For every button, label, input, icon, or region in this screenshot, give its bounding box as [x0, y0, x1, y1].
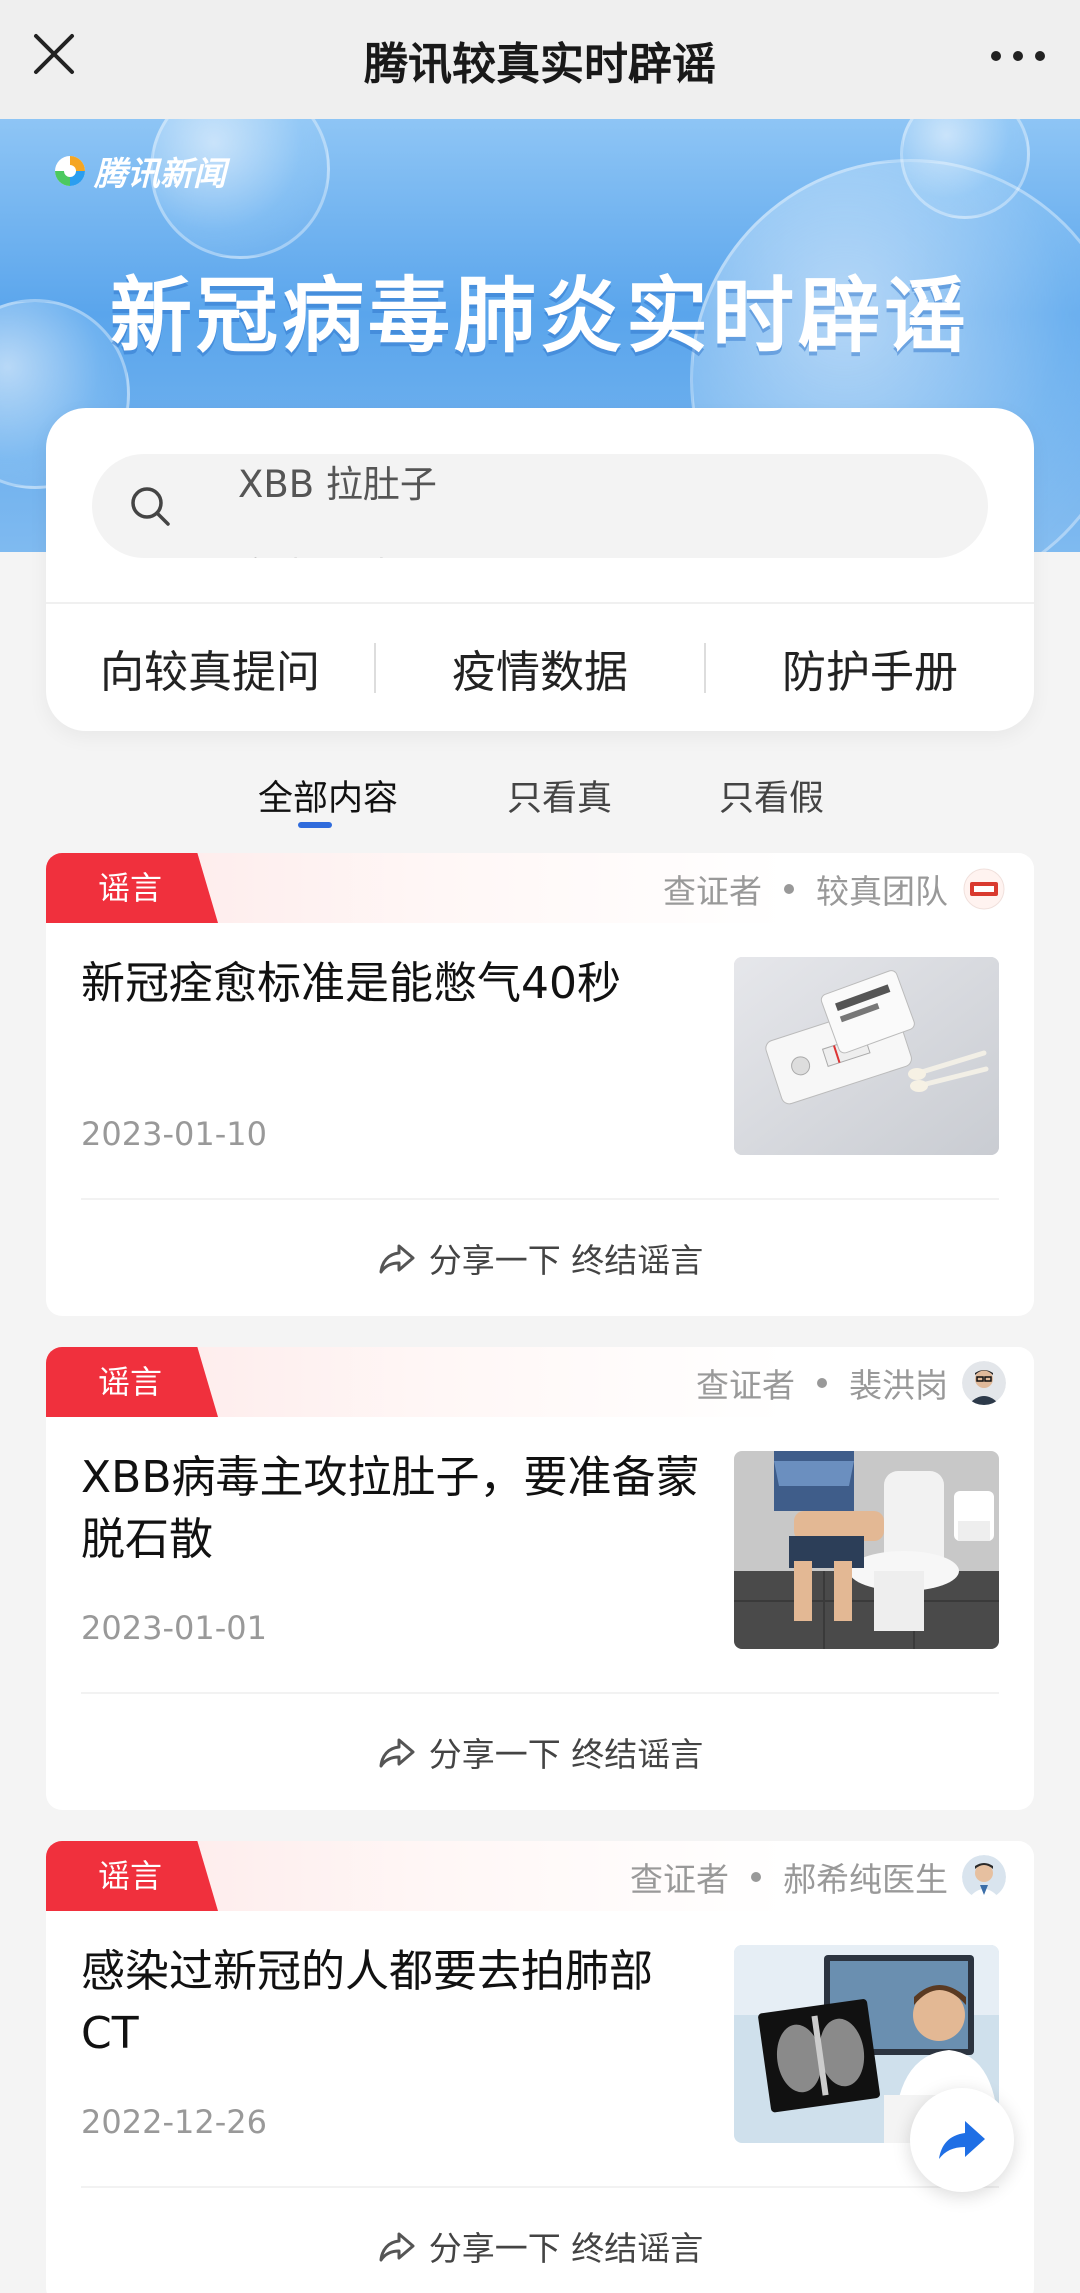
share-arrow-icon: [939, 2121, 985, 2159]
verifier-avatar: [962, 1855, 1006, 1899]
share-arrow-icon: [379, 1244, 415, 1274]
share-label: 分享一下 终结谣言: [428, 1735, 704, 1774]
share-button[interactable]: 分享一下 终结谣言: [46, 1200, 1034, 1316]
rumor-tag: 谣言: [46, 853, 218, 923]
brand-logo: 腾讯新闻: [52, 147, 226, 195]
toilet-thumbnail: [734, 1451, 999, 1649]
verifier-label: 查证者: [663, 872, 762, 911]
tab-false-only[interactable]: 只看假: [719, 770, 824, 821]
active-tab-indicator: [298, 822, 332, 828]
test-kit-thumbnail: [734, 957, 999, 1155]
protection-guide-button[interactable]: 防护手册: [706, 636, 1034, 700]
quick-actions: 向较真提问 疫情数据 防护手册: [46, 604, 1034, 731]
brand-name: 腾讯新闻: [94, 154, 226, 193]
search-input[interactable]: XBB 拉肚子 发烧 退烧: [92, 454, 988, 558]
article-title[interactable]: 新冠痊愈标准是能憋气40秒: [81, 953, 701, 1015]
verifier-label: 查证者: [630, 1860, 729, 1899]
separator-dot: [817, 1378, 827, 1388]
share-button[interactable]: 分享一下 终结谣言: [46, 1694, 1034, 1810]
article-title[interactable]: XBB病毒主攻拉肚子，要准备蒙脱石散: [81, 1447, 701, 1571]
epidemic-data-button[interactable]: 疫情数据: [376, 636, 704, 700]
verifier-label: 查证者: [696, 1366, 795, 1405]
verifier-info: 查证者 裴洪岗: [696, 1361, 1006, 1405]
article-date: 2023-01-10: [81, 1115, 267, 1153]
article-title[interactable]: 感染过新冠的人都要去拍肺部CT: [81, 1941, 701, 2065]
search-rolling-hint: XBB 拉肚子: [238, 463, 437, 506]
verifier-name: 裴洪岗: [849, 1366, 948, 1405]
tencent-news-logo-icon: [55, 156, 85, 186]
filter-tabs: 全部内容 只看真 只看假: [0, 770, 1080, 840]
search-icon: [131, 487, 170, 526]
tab-all[interactable]: 全部内容: [258, 770, 398, 821]
more-options-icon[interactable]: [986, 36, 1050, 76]
article-date: 2023-01-01: [81, 1609, 267, 1647]
share-label: 分享一下 终结谣言: [428, 2229, 704, 2268]
verifier-avatar: [962, 867, 1006, 911]
search-rolling-hint-next: 发烧 退烧: [238, 546, 398, 558]
share-label: 分享一下 终结谣言: [428, 1241, 704, 1280]
share-arrow-icon: [379, 1738, 415, 1768]
page-title: 腾讯较真实时辟谣: [364, 39, 716, 90]
article-date: 2022-12-26: [81, 2103, 267, 2141]
separator-dot: [784, 884, 794, 894]
share-button[interactable]: 分享一下 终结谣言: [46, 2188, 1034, 2293]
rumor-tag: 谣言: [46, 1347, 218, 1417]
verifier-avatar: [962, 1361, 1006, 1405]
top-bar: 腾讯较真实时辟谣: [0, 0, 1080, 119]
verifier-info: 查证者 较真团队: [663, 867, 1006, 911]
article-card[interactable]: 谣言 查证者 郝希纯医生 感染过新冠的人都要去拍肺部CT 2022-12-26: [46, 1841, 1034, 2293]
banner-title: 新冠病毒肺炎实时辟谣: [109, 269, 970, 364]
tab-true-only[interactable]: 只看真: [507, 770, 612, 821]
ask-question-button[interactable]: 向较真提问: [46, 636, 374, 700]
article-card[interactable]: 谣言 查证者 裴洪岗 XBB病毒主攻拉肚子，要准备蒙脱石散 2023-01-01: [46, 1347, 1034, 1810]
separator-dot: [751, 1872, 761, 1882]
verifier-name: 郝希纯医生: [783, 1860, 948, 1899]
share-arrow-icon: [379, 2232, 415, 2262]
floating-share-button[interactable]: [910, 2088, 1014, 2192]
verifier-name: 较真团队: [816, 872, 948, 911]
article-card[interactable]: 谣言 查证者 较真团队 新冠痊愈标准是能憋气40秒 2023-01-10 分享一…: [46, 853, 1034, 1316]
search-card: XBB 拉肚子 发烧 退烧 向较真提问 疫情数据 防护手册: [46, 408, 1034, 731]
rumor-tag: 谣言: [46, 1841, 218, 1911]
verifier-info: 查证者 郝希纯医生: [630, 1855, 1006, 1899]
